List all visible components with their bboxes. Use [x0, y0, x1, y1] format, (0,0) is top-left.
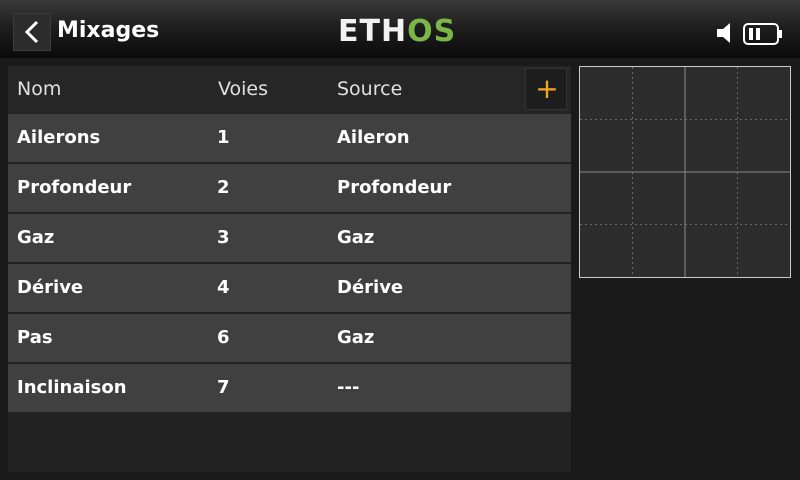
table-row[interactable]: Profondeur 2 Profondeur: [8, 164, 571, 212]
cell-voies: 6: [217, 327, 230, 348]
column-header-voies: Voies: [218, 78, 269, 100]
page-title: Mixages: [57, 18, 160, 43]
table-row[interactable]: Ailerons 1 Aileron: [8, 114, 571, 162]
column-header-source: Source: [337, 78, 403, 100]
cell-nom: Profondeur: [17, 177, 132, 198]
cell-source: ---: [337, 377, 360, 398]
logo-text-os: OS: [407, 14, 457, 49]
table-row[interactable]: Gaz 3 Gaz: [8, 214, 571, 262]
speaker-icon[interactable]: [716, 22, 738, 44]
cell-source: Gaz: [337, 327, 375, 348]
mixes-table: Nom Voies Source + Ailerons 1 Aileron Pr…: [8, 66, 571, 472]
header-bar: Mixages ETHOS: [0, 0, 800, 58]
mix-curve-graph: [579, 66, 791, 278]
cell-source: Dérive: [337, 277, 404, 298]
back-button[interactable]: [13, 13, 51, 51]
cell-nom: Ailerons: [17, 127, 101, 148]
chevron-left-icon: [24, 20, 39, 44]
add-mix-button[interactable]: +: [525, 68, 567, 110]
cell-voies: 4: [217, 277, 230, 298]
logo-text-eth: ETH: [338, 14, 408, 49]
cell-voies: 7: [217, 377, 230, 398]
plus-icon: +: [535, 72, 559, 105]
cell-voies: 2: [217, 177, 230, 198]
cell-nom: Gaz: [17, 227, 55, 248]
cell-source: Aileron: [337, 127, 410, 148]
cell-nom: Pas: [17, 327, 53, 348]
cell-source: Profondeur: [337, 177, 452, 198]
cell-source: Gaz: [337, 227, 375, 248]
column-header-nom: Nom: [17, 78, 62, 100]
cell-nom: Inclinaison: [17, 377, 127, 398]
table-row[interactable]: Pas 6 Gaz: [8, 314, 571, 362]
cell-voies: 1: [217, 127, 230, 148]
cell-voies: 3: [217, 227, 230, 248]
table-header: Nom Voies Source +: [8, 66, 571, 113]
table-row[interactable]: Dérive 4 Dérive: [8, 264, 571, 312]
table-row[interactable]: Inclinaison 7 ---: [8, 364, 571, 412]
ethos-logo: ETHOS: [338, 14, 456, 50]
graph-grid: [580, 67, 790, 277]
cell-nom: Dérive: [17, 277, 84, 298]
battery-icon: [743, 23, 782, 45]
